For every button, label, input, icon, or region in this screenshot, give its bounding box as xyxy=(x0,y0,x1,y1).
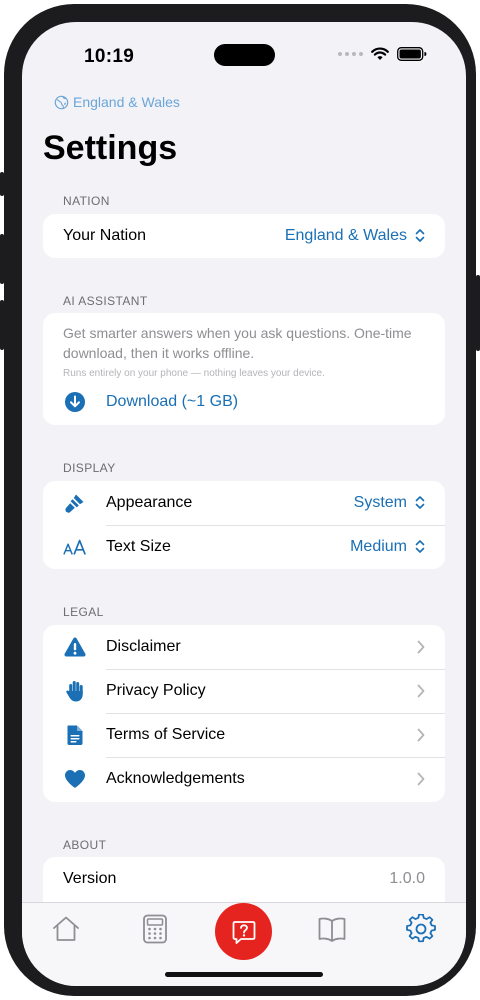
wifi-icon xyxy=(371,47,389,60)
home-indicator xyxy=(165,972,323,977)
tab-ask-question[interactable] xyxy=(215,903,272,960)
tab-book[interactable] xyxy=(316,913,348,945)
globe-icon xyxy=(54,95,69,109)
disclaimer-label: Disclaimer xyxy=(106,638,181,655)
text-size-label: Text Size xyxy=(106,538,171,555)
chevron-updown-icon xyxy=(415,229,425,242)
cellular-icon xyxy=(338,52,363,56)
phone-frame: 10:19 England & Wales Settings NATION Yo… xyxy=(4,4,476,996)
gear-icon xyxy=(406,914,436,943)
your-nation-label: Your Nation xyxy=(63,227,147,244)
text-size-value: Medium xyxy=(350,538,407,555)
battery-icon xyxy=(397,47,427,61)
appearance-label: Appearance xyxy=(106,494,193,511)
legal-card: Disclaimer Privacy Policy Terms of Servi… xyxy=(43,625,445,802)
ai-description: Get smarter answers when you ask questio… xyxy=(63,325,412,361)
ask-question-icon xyxy=(232,920,255,944)
dynamic-island xyxy=(214,44,275,66)
page-title: Settings xyxy=(43,129,178,167)
heart-icon xyxy=(63,767,87,791)
appearance-row[interactable]: Appearance System xyxy=(43,481,445,525)
hand-icon xyxy=(63,679,87,703)
section-label-nation: NATION xyxy=(63,194,110,208)
screen: 10:19 England & Wales Settings NATION Yo… xyxy=(22,22,466,986)
text-size-row[interactable]: Text Size Medium xyxy=(43,525,445,569)
text-size-icon xyxy=(63,535,87,559)
chevron-right-icon xyxy=(417,684,425,698)
chevron-updown-icon xyxy=(415,496,425,509)
book-icon xyxy=(318,917,346,942)
document-icon xyxy=(63,723,87,747)
your-nation-value: England & Wales xyxy=(284,227,407,244)
your-nation-row[interactable]: Your Nation England & Wales xyxy=(43,214,445,258)
display-card: Appearance System Text Size Medium xyxy=(43,481,445,569)
disclaimer-row[interactable]: Disclaimer xyxy=(43,625,445,669)
warning-icon xyxy=(63,635,87,659)
chevron-right-icon xyxy=(417,640,425,654)
download-icon xyxy=(65,392,85,412)
section-label-about: ABOUT xyxy=(63,838,107,852)
download-label: Download (~1 GB) xyxy=(106,393,239,410)
terms-of-service-row[interactable]: Terms of Service xyxy=(43,713,445,757)
status-time: 10:19 xyxy=(84,46,135,67)
chevron-updown-icon xyxy=(415,540,425,553)
nation-card: Your Nation England & Wales xyxy=(43,214,445,258)
terms-of-service-label: Terms of Service xyxy=(106,726,226,743)
home-icon xyxy=(53,916,79,941)
acknowledgements-label: Acknowledgements xyxy=(106,770,245,787)
tab-home[interactable] xyxy=(50,913,82,945)
ai-privacy-note: Runs entirely on your phone — nothing le… xyxy=(63,368,325,379)
privacy-policy-row[interactable]: Privacy Policy xyxy=(43,669,445,713)
ai-assistant-card: Get smarter answers when you ask questio… xyxy=(43,313,445,425)
version-value: 1.0.0 xyxy=(389,870,425,887)
calculator-icon xyxy=(143,914,167,944)
section-label-legal: LEGAL xyxy=(63,605,104,619)
nation-badge[interactable]: England & Wales xyxy=(54,94,180,110)
download-button[interactable]: Download (~1 GB) xyxy=(63,390,238,414)
tab-calculator[interactable] xyxy=(139,913,171,945)
section-label-ai-assistant: AI ASSISTANT xyxy=(63,294,148,308)
chevron-right-icon xyxy=(417,772,425,786)
chevron-right-icon xyxy=(417,728,425,742)
nation-badge-label: England & Wales xyxy=(73,94,180,110)
power-button xyxy=(476,275,480,351)
appearance-value: System xyxy=(353,494,407,511)
section-label-display: DISPLAY xyxy=(63,461,116,475)
tab-settings[interactable] xyxy=(405,913,437,945)
privacy-policy-label: Privacy Policy xyxy=(106,682,206,699)
paintbrush-icon xyxy=(63,491,87,515)
version-label: Version xyxy=(63,870,117,887)
version-row: Version 1.0.0 xyxy=(43,857,445,901)
status-icons xyxy=(338,47,427,61)
acknowledgements-row[interactable]: Acknowledgements xyxy=(43,757,445,801)
